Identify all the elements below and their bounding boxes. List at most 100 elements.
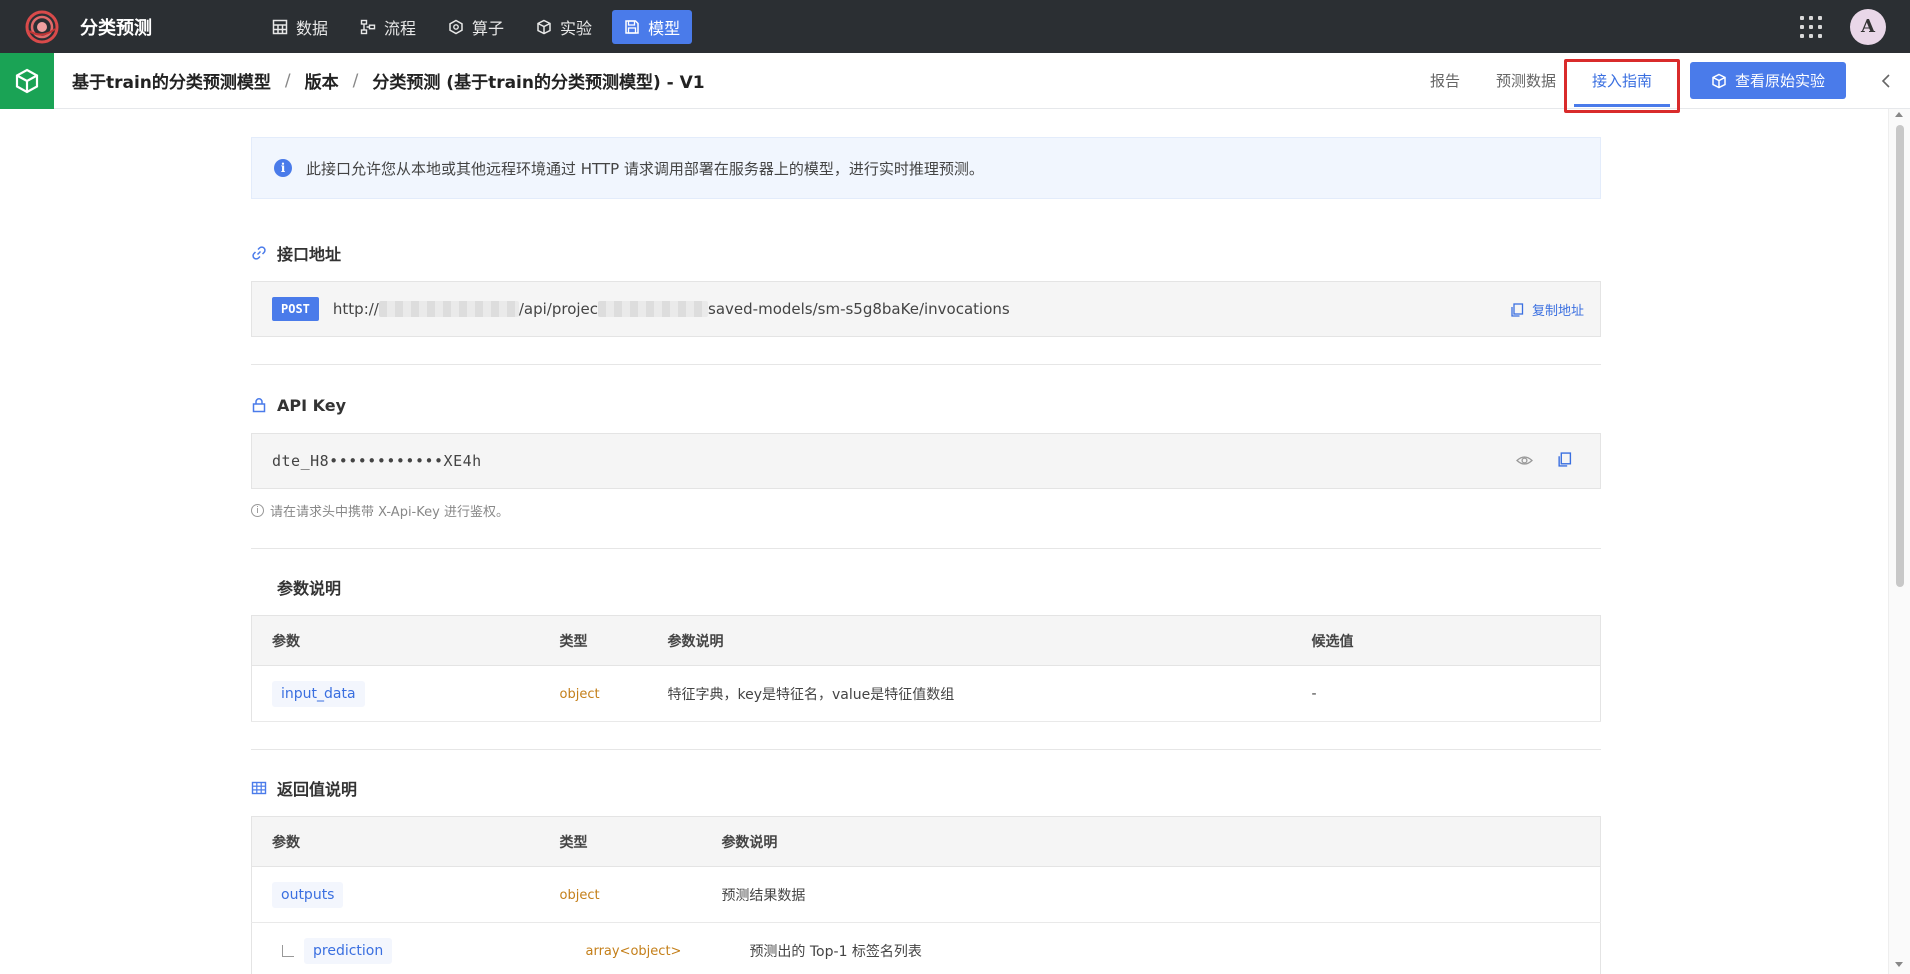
tab-access-guide[interactable]: 接入指南	[1563, 53, 1680, 113]
view-tabs: 报告 预测数据 接入指南	[1412, 53, 1680, 113]
scrollbar-thumb[interactable]	[1896, 125, 1904, 587]
breadcrumb-separator: /	[352, 70, 359, 91]
return-type: array<object>	[585, 943, 682, 959]
save-icon	[625, 19, 639, 34]
copy-icon	[1511, 302, 1524, 317]
top-bar: 分类预测 数据 流程 算子 实验 模型 A	[0, 0, 1910, 53]
api-key-title: API Key	[277, 395, 347, 415]
nav-item-model[interactable]: 模型	[612, 9, 693, 44]
section-divider	[251, 548, 1601, 549]
collapse-panel-button[interactable]	[1876, 71, 1896, 91]
redacted-project	[598, 301, 709, 317]
section-divider	[251, 364, 1601, 365]
breadcrumb-model[interactable]: 基于train的分类预测模型	[72, 68, 271, 93]
cube-icon	[1712, 73, 1726, 88]
scroll-up-arrow-icon[interactable]	[1895, 112, 1903, 117]
breadcrumb: 基于train的分类预测模型 / 版本 / 分类预测 (基于train的分类预测…	[72, 68, 705, 94]
api-key-hint: i 请在请求头中携带 X-Api-Key 进行鉴权。	[251, 501, 1601, 520]
copy-url-button[interactable]: 复制地址	[1510, 300, 1584, 319]
column-header: 参数	[251, 816, 540, 867]
return-name: prediction	[304, 937, 393, 964]
api-key-hint-text: 请在请求头中携带 X-Api-Key 进行鉴权。	[270, 505, 509, 520]
copy-icon[interactable]	[1557, 452, 1572, 467]
endpoint-section-title: 接口地址	[251, 241, 1601, 265]
tree-branch-icon	[282, 944, 294, 957]
returns-table: 参数 类型 参数说明 outputs object 预测结果数据 predict…	[251, 816, 1601, 974]
nav-item-label: 流程	[384, 18, 417, 38]
link-icon	[252, 246, 266, 260]
return-desc: 预测出的 Top-1 标签名列表	[749, 943, 922, 960]
breadcrumb-current: 分类预测 (基于train的分类预测模型) - V1	[372, 73, 705, 93]
return-desc: 预测结果数据	[721, 887, 806, 904]
scroll-down-arrow-icon[interactable]	[1895, 962, 1903, 967]
table-icon	[251, 781, 267, 795]
param-type: object	[559, 686, 600, 702]
column-header: 类型	[539, 615, 648, 666]
api-key-value: dte_H8••••••••••••XE4h	[272, 452, 482, 470]
table-row: prediction array<object> 预测出的 Top-1 标签名列…	[251, 922, 1601, 974]
column-header: 候选值	[1291, 615, 1601, 666]
apps-grid-icon[interactable]	[1800, 15, 1822, 38]
info-circle-icon: i	[251, 504, 264, 517]
table-row: outputs object 预测结果数据	[251, 866, 1601, 923]
copy-url-label: 复制地址	[1531, 304, 1584, 319]
flow-icon	[360, 19, 376, 34]
app-logo[interactable]	[20, 5, 64, 49]
api-key-actions	[1516, 452, 1572, 469]
nav-item-data[interactable]: 数据	[260, 10, 340, 44]
returns-section-title: 返回值说明	[251, 776, 1601, 800]
param-desc: 特征字典，key是特征名，value是特征值数组	[667, 686, 955, 703]
column-header: 参数	[251, 615, 540, 666]
app-title: 分类预测	[80, 17, 152, 39]
column-header: 类型	[539, 816, 702, 867]
view-original-label: 查看原始实验	[1734, 72, 1825, 90]
avatar[interactable]: A	[1850, 8, 1886, 45]
logo-icon	[25, 10, 59, 43]
tab-report[interactable]: 报告	[1412, 53, 1478, 109]
top-right-actions: A	[1800, 0, 1910, 53]
table-row: input_data object 特征字典，key是特征名，value是特征值…	[251, 665, 1601, 722]
redacted-host	[378, 301, 519, 317]
access-guide-content: i 此接口允许您从本地或其他远程环境通过 HTTP 请求调用部署在服务器上的模型…	[251, 109, 1601, 974]
endpoint-url: http:// /api/projec saved-models/sm-s5g8…	[333, 300, 1010, 318]
endpoint-title: 接口地址	[277, 245, 342, 264]
info-banner: i 此接口允许您从本地或其他远程环境通过 HTTP 请求调用部署在服务器上的模型…	[251, 137, 1601, 199]
main-nav: 数据 流程 算子 实验 模型	[260, 9, 693, 44]
column-header: 参数说明	[701, 816, 1601, 867]
breadcrumb-versions[interactable]: 版本	[305, 68, 339, 93]
param-candidates: -	[1311, 685, 1317, 702]
cube-icon	[15, 68, 39, 93]
nav-item-label: 数据	[296, 18, 329, 38]
section-divider	[251, 749, 1601, 750]
returns-title: 返回值说明	[277, 780, 358, 799]
nav-item-label: 模型	[648, 18, 681, 38]
column-header: 参数说明	[647, 615, 1292, 666]
params-section-title: 参数说明	[251, 575, 1601, 599]
info-banner-text: 此接口允许您从本地或其他远程环境通过 HTTP 请求调用部署在服务器上的模型，进…	[306, 159, 984, 178]
table-icon	[272, 19, 288, 34]
tab-prediction-data[interactable]: 预测数据	[1478, 53, 1574, 109]
params-title: 参数说明	[277, 579, 342, 598]
chevron-left-icon	[1881, 74, 1890, 88]
nav-item-label: 实验	[560, 18, 593, 38]
table-header-row: 参数 类型 参数说明 候选值	[251, 615, 1601, 666]
nav-item-experiment[interactable]: 实验	[524, 10, 604, 44]
breadcrumb-separator: /	[284, 70, 291, 91]
eye-icon[interactable]	[1516, 452, 1533, 469]
lock-icon	[252, 398, 266, 413]
param-name: input_data	[272, 680, 365, 707]
table-header-row: 参数 类型 参数说明	[251, 816, 1601, 867]
return-type: object	[559, 887, 600, 903]
http-method-badge: POST	[272, 297, 319, 321]
url-suffix: saved-models/sm-s5g8baKe/invocations	[708, 300, 1010, 318]
return-name: outputs	[272, 881, 344, 908]
model-cube-badge	[0, 52, 54, 109]
info-icon: i	[274, 159, 292, 177]
hexagon-icon	[449, 19, 463, 34]
url-mid: /api/projec	[518, 300, 599, 318]
nav-item-operator[interactable]: 算子	[436, 10, 516, 44]
nav-item-flow[interactable]: 流程	[348, 10, 428, 44]
cube-icon	[537, 19, 551, 34]
params-table: 参数 类型 参数说明 候选值 input_data object 特征字典，ke…	[251, 615, 1601, 722]
view-original-experiment-button[interactable]: 查看原始实验	[1690, 62, 1846, 99]
